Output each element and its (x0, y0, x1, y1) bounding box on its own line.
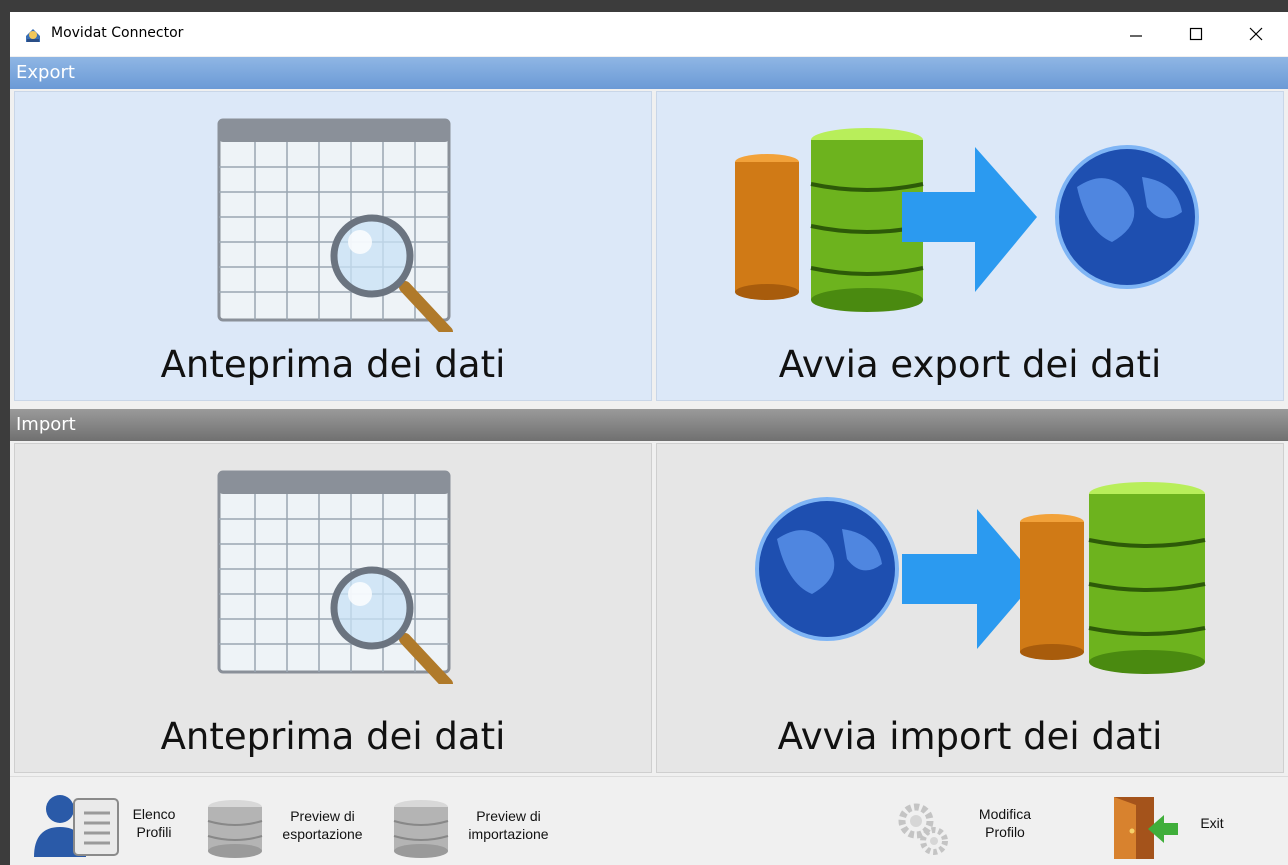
bottom-toolbar: Elenco Profili Preview di esportazione P… (10, 776, 1288, 865)
edit-profile-button[interactable]: Modifica Profilo (890, 777, 1050, 865)
database-gray-icon (393, 800, 449, 858)
maximize-button[interactable] (1168, 12, 1224, 56)
minimize-button[interactable] (1108, 12, 1164, 56)
edit-profile-label-2: Profilo (985, 824, 1025, 840)
minimize-icon (1130, 35, 1142, 37)
import-preview-label: Anteprima dei dati (160, 715, 506, 758)
close-icon (1249, 27, 1263, 41)
edit-profile-label-1: Modifica (978, 806, 1032, 822)
import-preview-tile[interactable]: Anteprima dei dati (14, 443, 652, 773)
table-search-icon (217, 470, 453, 684)
import-preview-button[interactable]: Preview di importazione (386, 777, 561, 865)
database-import-icon (755, 482, 1206, 674)
export-preview-label-1: Preview di (290, 808, 355, 824)
export-run-tile[interactable]: Avvia export dei dati (656, 91, 1284, 401)
import-preview-label-2: importazione (468, 826, 549, 842)
database-export-icon (735, 128, 1199, 312)
export-preview-label: Anteprima dei dati (160, 343, 506, 386)
profiles-list-button[interactable]: Elenco Profili (28, 777, 188, 865)
app-window: Movidat Connector Export Anteprima dei d… (10, 12, 1288, 865)
import-run-tile[interactable]: Avvia import dei dati (656, 443, 1284, 773)
window-title: Movidat Connector (51, 25, 184, 41)
profiles-list-label-1: Elenco (132, 806, 176, 822)
import-run-label: Avvia import dei dati (777, 715, 1163, 758)
exit-button[interactable]: Exit (1100, 777, 1240, 865)
title-bar: Movidat Connector (10, 12, 1288, 56)
import-section-header: Import (10, 409, 1288, 441)
exit-door-icon (1114, 797, 1178, 859)
close-button[interactable] (1228, 12, 1284, 56)
database-gray-icon (207, 800, 263, 858)
table-search-icon (217, 118, 453, 332)
import-preview-label-1: Preview di (476, 808, 541, 824)
export-section-header: Export (10, 57, 1288, 89)
export-preview-tile[interactable]: Anteprima dei dati (14, 91, 652, 401)
app-icon (26, 29, 40, 42)
user-profile-icon (34, 795, 119, 857)
exit-label: Exit (1200, 815, 1224, 831)
export-run-label: Avvia export dei dati (778, 343, 1162, 386)
export-preview-button[interactable]: Preview di esportazione (200, 777, 375, 865)
maximize-icon (1189, 27, 1203, 41)
export-preview-label-2: esportazione (282, 826, 363, 842)
profiles-list-label-2: Profili (136, 824, 172, 840)
gears-icon (898, 803, 948, 855)
